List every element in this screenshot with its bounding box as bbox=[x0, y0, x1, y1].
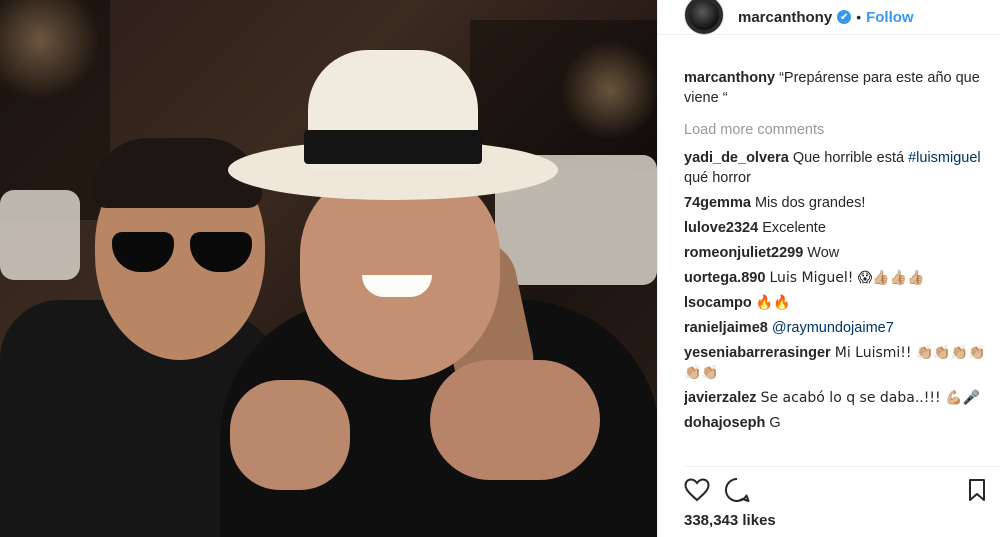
comment: javierzalez Se acabó lo q se daba..!!! 💪… bbox=[684, 388, 986, 408]
comment: yadi_de_olvera Que horrible está #luismi… bbox=[684, 148, 986, 188]
comment-hashtag[interactable]: #luismiguel bbox=[908, 150, 981, 166]
comment-text-end: qué horror bbox=[684, 170, 751, 186]
comment: lsocampo 🔥🔥 bbox=[684, 293, 986, 313]
hat-band bbox=[304, 130, 482, 164]
comment: 74gemma Mis dos grandes! bbox=[684, 193, 986, 213]
comment-icon[interactable] bbox=[724, 477, 750, 503]
smile bbox=[362, 275, 432, 297]
comment-username[interactable]: romeonjuliet2299 bbox=[684, 245, 803, 261]
bookmark-icon[interactable] bbox=[964, 477, 990, 503]
likes-count[interactable]: 338,343 likes bbox=[684, 512, 776, 529]
comment: yeseniabarrerasinger Mi Luismi!! 👏🏼👏🏼👏🏼👏… bbox=[684, 343, 986, 383]
comment: romeonjuliet2299 Wow bbox=[684, 243, 986, 263]
comment-mention[interactable]: @raymundojaime7 bbox=[772, 320, 894, 336]
background-light-right bbox=[560, 40, 657, 140]
comment-text: Mis dos grandes! bbox=[754, 195, 866, 211]
thumbs-up-hand-right bbox=[430, 360, 600, 480]
thumbs-up-hand-left bbox=[230, 380, 350, 490]
comment: uortega.890 Luis Miguel! 😱👍🏼👍🏼👍🏼 bbox=[684, 268, 986, 288]
header-separator: • bbox=[856, 9, 862, 25]
comment-text: Que horrible está bbox=[792, 150, 905, 166]
avatar[interactable] bbox=[684, 0, 724, 35]
comment-text: Se acabó lo q se daba..!!! 💪🏼🎤 bbox=[760, 390, 980, 406]
post-side-panel: marcanthony ✔ • Follow marcanthony “Prep… bbox=[657, 0, 1000, 537]
comment-username[interactable]: yadi_de_olvera bbox=[684, 150, 789, 166]
comment-username[interactable]: lsocampo bbox=[684, 295, 752, 311]
comment: dohajoseph G bbox=[684, 413, 986, 433]
post-header: marcanthony ✔ • Follow bbox=[658, 0, 1000, 35]
comment-text: G bbox=[769, 415, 781, 431]
caption-username[interactable]: marcanthony bbox=[684, 70, 775, 86]
load-more-comments-button[interactable]: Load more comments bbox=[684, 120, 986, 140]
comment: ranieljaime8 @raymundojaime7 bbox=[684, 318, 986, 338]
post-actions-bar bbox=[684, 466, 1000, 512]
comments-list[interactable]: marcanthony “Prepárense para este año qu… bbox=[684, 68, 986, 461]
comment-icon-svg bbox=[725, 477, 750, 502]
comment-username[interactable]: ranieljaime8 bbox=[684, 320, 768, 336]
bookmark-icon-svg bbox=[969, 479, 985, 501]
background-chair bbox=[0, 190, 80, 280]
verified-badge-icon: ✔ bbox=[837, 10, 852, 24]
comment-text: Wow bbox=[807, 245, 840, 261]
comment-username[interactable]: uortega.890 bbox=[684, 270, 765, 286]
post-caption: marcanthony “Prepárense para este año qu… bbox=[684, 68, 986, 108]
comment: lulove2324 Excelente bbox=[684, 218, 986, 238]
comment-username[interactable]: yeseniabarrerasinger bbox=[684, 345, 831, 361]
avatar-image bbox=[689, 0, 719, 30]
comment-text: 🔥🔥 bbox=[755, 295, 791, 311]
header-username[interactable]: marcanthony bbox=[738, 9, 832, 26]
comment-text: Excelente bbox=[762, 220, 826, 236]
instagram-post: marcanthony ✔ • Follow marcanthony “Prep… bbox=[0, 0, 1000, 537]
comment-username[interactable]: 74gemma bbox=[684, 195, 751, 211]
heart-icon[interactable] bbox=[684, 477, 710, 503]
post-photo[interactable] bbox=[0, 0, 657, 537]
comment-username[interactable]: javierzalez bbox=[684, 390, 757, 406]
follow-button[interactable]: Follow bbox=[866, 9, 914, 26]
comment-text: Luis Miguel! 😱👍🏼👍🏼👍🏼 bbox=[769, 270, 925, 286]
comment-username[interactable]: dohajoseph bbox=[684, 415, 765, 431]
comment-username[interactable]: lulove2324 bbox=[684, 220, 758, 236]
heart-icon-svg bbox=[684, 477, 710, 501]
